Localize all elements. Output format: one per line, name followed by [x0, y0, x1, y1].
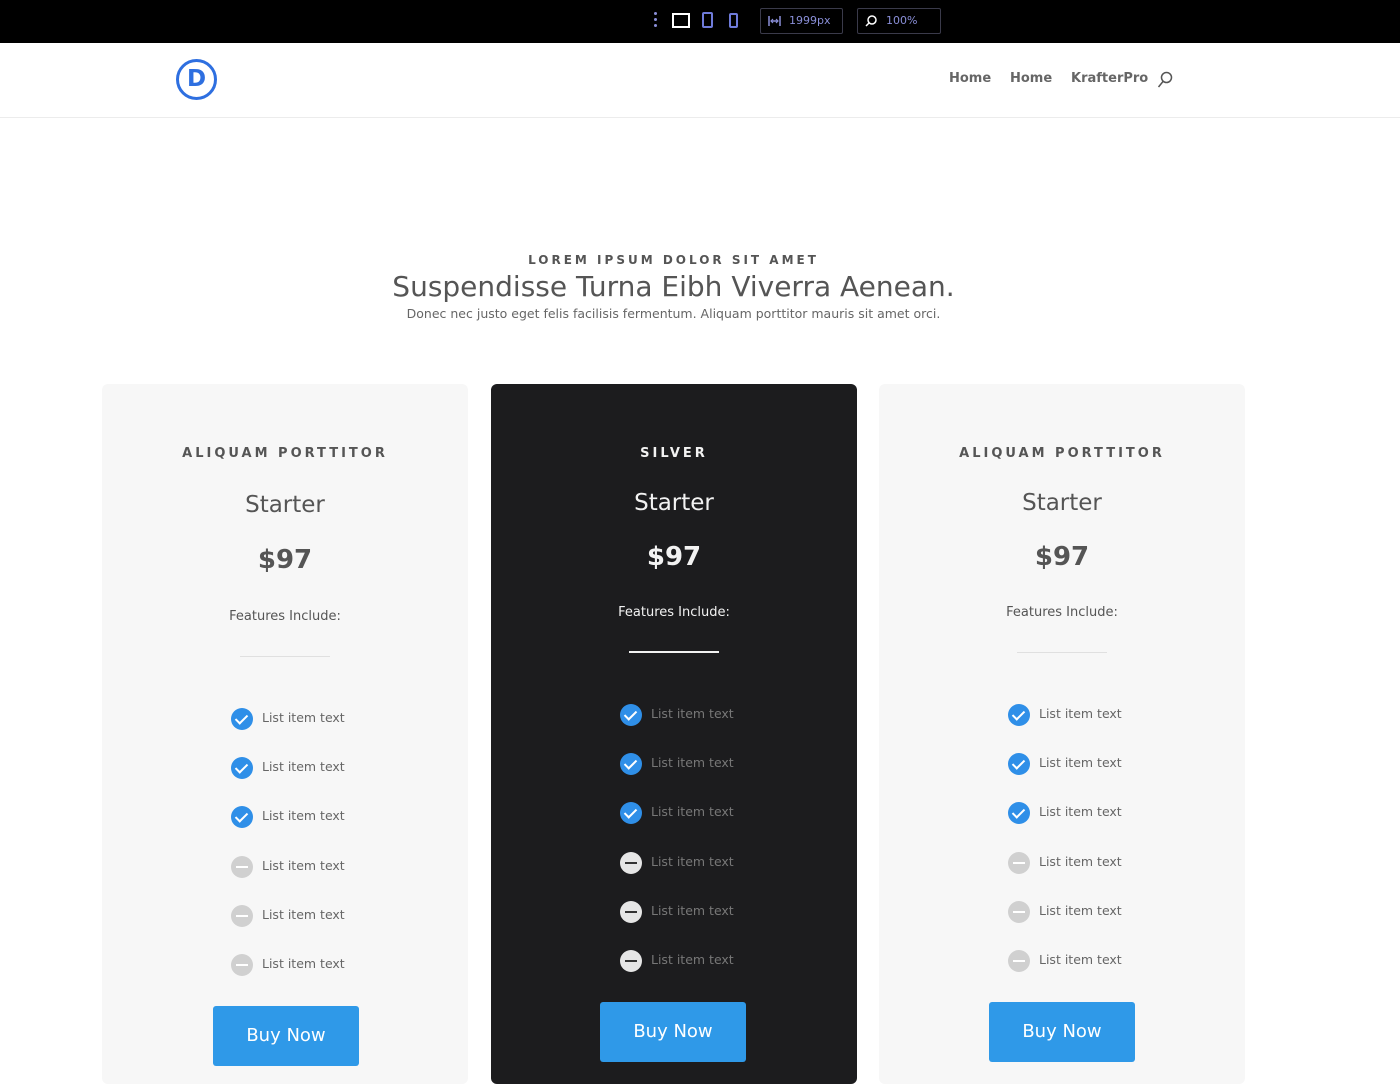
section-headline: Suspendisse Turna Eibh Viverra Aenean. — [392, 270, 955, 303]
site-logo[interactable]: D — [176, 59, 217, 100]
section-subtext: Donec nec justo eget felis facilisis fer… — [406, 306, 941, 321]
divider — [629, 651, 719, 653]
buy-now-button[interactable]: Buy Now — [989, 1002, 1135, 1062]
search-icon[interactable] — [1157, 71, 1173, 89]
list-item: List item text — [231, 954, 431, 978]
features-heading: Features Include: — [618, 605, 730, 620]
list-item-text: List item text — [651, 903, 734, 918]
list-item: List item text — [231, 708, 431, 732]
list-item: List item text — [231, 757, 431, 781]
width-icon — [768, 16, 781, 26]
check-circle-icon — [1008, 704, 1030, 726]
minus-circle-icon — [1008, 852, 1030, 874]
zoom-value: 100% — [886, 14, 918, 27]
card-label: SILVER — [640, 446, 708, 461]
pricing-card: ALIQUAM PORTTITOR Starter $97 Features I… — [102, 384, 468, 1084]
list-item-text: List item text — [651, 706, 734, 721]
list-item-text: List item text — [262, 759, 345, 774]
pricing-card: ALIQUAM PORTTITOR Starter $97 Features I… — [879, 384, 1245, 1084]
minus-circle-icon — [620, 852, 642, 874]
section-eyebrow: LOREM IPSUM DOLOR SIT AMET — [528, 253, 819, 267]
list-item-text: List item text — [1039, 952, 1122, 967]
check-circle-icon — [231, 806, 253, 828]
buy-now-button[interactable]: Buy Now — [600, 1002, 746, 1062]
list-item-text: List item text — [262, 858, 345, 873]
list-item-text: List item text — [1039, 804, 1122, 819]
nav-home-2[interactable]: Home — [1010, 71, 1052, 86]
check-circle-icon — [620, 704, 642, 726]
list-item-text: List item text — [262, 956, 345, 971]
list-item-text: List item text — [262, 808, 345, 823]
card-title: Starter — [245, 492, 325, 518]
desktop-view-icon[interactable] — [672, 13, 690, 28]
list-item: List item text — [231, 806, 431, 830]
card-price: $97 — [257, 545, 313, 575]
check-circle-icon — [620, 802, 642, 824]
list-item-text: List item text — [651, 804, 734, 819]
card-price: $97 — [646, 542, 702, 572]
card-title: Starter — [1022, 490, 1102, 516]
list-item-text: List item text — [651, 952, 734, 967]
list-item-text: List item text — [1039, 854, 1122, 869]
minus-circle-icon — [231, 856, 253, 878]
more-options-icon[interactable] — [652, 12, 658, 30]
list-item: List item text — [1008, 852, 1208, 876]
list-item: List item text — [620, 852, 820, 876]
features-heading: Features Include: — [1006, 605, 1118, 620]
list-item: List item text — [231, 905, 431, 929]
tablet-view-icon[interactable] — [702, 12, 713, 28]
check-circle-icon — [1008, 753, 1030, 775]
nav-home[interactable]: Home — [949, 71, 991, 86]
minus-circle-icon — [231, 905, 253, 927]
list-item-text: List item text — [1039, 903, 1122, 918]
card-title: Starter — [634, 490, 714, 516]
minus-circle-icon — [231, 954, 253, 976]
list-item-text: List item text — [1039, 755, 1122, 770]
list-item: List item text — [1008, 901, 1208, 925]
list-item-text: List item text — [1039, 706, 1122, 721]
card-label: ALIQUAM PORTTITOR — [182, 446, 388, 461]
width-control[interactable]: 1999px — [760, 8, 843, 34]
minus-circle-icon — [620, 901, 642, 923]
check-circle-icon — [231, 757, 253, 779]
buy-now-button[interactable]: Buy Now — [213, 1006, 359, 1066]
zoom-control[interactable]: 100% — [857, 8, 941, 34]
list-item: List item text — [1008, 704, 1208, 728]
divider — [240, 656, 330, 657]
pricing-card-featured: SILVER Starter $97 Features Include: Lis… — [491, 384, 857, 1084]
site-header: D Home Home KrafterPro — [0, 43, 1400, 118]
phone-view-icon[interactable] — [729, 13, 738, 28]
list-item: List item text — [620, 950, 820, 974]
builder-toolbar: 1999px 100% — [0, 0, 1400, 43]
list-item: List item text — [620, 704, 820, 728]
card-label: ALIQUAM PORTTITOR — [959, 446, 1165, 461]
minus-circle-icon — [1008, 950, 1030, 972]
zoom-icon — [865, 15, 877, 27]
list-item: List item text — [620, 753, 820, 777]
minus-circle-icon — [1008, 901, 1030, 923]
check-circle-icon — [231, 708, 253, 730]
list-item: List item text — [1008, 950, 1208, 974]
check-circle-icon — [1008, 802, 1030, 824]
card-price: $97 — [1034, 542, 1090, 572]
minus-circle-icon — [620, 950, 642, 972]
list-item: List item text — [620, 802, 820, 826]
list-item-text: List item text — [651, 854, 734, 869]
list-item: List item text — [620, 901, 820, 925]
nav-krafterpro[interactable]: KrafterPro — [1071, 71, 1148, 86]
width-value: 1999px — [789, 14, 831, 27]
divider — [1017, 652, 1107, 653]
list-item: List item text — [1008, 802, 1208, 826]
list-item-text: List item text — [262, 710, 345, 725]
list-item-text: List item text — [651, 755, 734, 770]
list-item: List item text — [1008, 753, 1208, 777]
list-item-text: List item text — [262, 907, 345, 922]
features-heading: Features Include: — [229, 609, 341, 624]
list-item: List item text — [231, 856, 431, 880]
check-circle-icon — [620, 753, 642, 775]
